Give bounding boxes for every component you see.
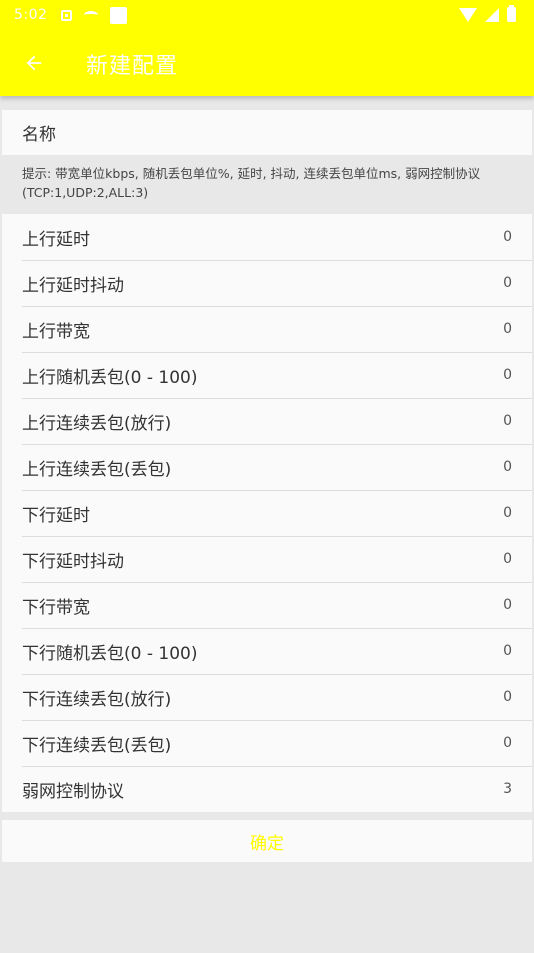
setting-label: 上行带宽: [22, 321, 90, 342]
setting-row[interactable]: 下行延时抖动 0: [2, 536, 532, 582]
setting-row[interactable]: 上行带宽 0: [2, 306, 532, 352]
back-button[interactable]: [14, 46, 54, 80]
setting-value: 0: [503, 275, 512, 291]
setting-label: 上行延时: [22, 229, 90, 250]
setting-row[interactable]: 下行延时 0: [2, 490, 532, 536]
setting-label: 下行随机丢包(0 - 100): [22, 643, 198, 664]
status-time: 5:02: [14, 7, 48, 23]
confirm-button[interactable]: 确定: [2, 820, 532, 862]
battery-icon: [507, 5, 516, 22]
setting-row[interactable]: 上行延时 0: [2, 214, 532, 260]
setting-row[interactable]: 下行连续丢包(丢包) 0: [2, 720, 532, 766]
setting-label: 下行延时: [22, 505, 90, 526]
setting-value: 0: [503, 505, 512, 521]
setting-value: 0: [503, 321, 512, 337]
setting-label: 下行带宽: [22, 597, 90, 618]
setting-value: 0: [503, 689, 512, 705]
hint-text: 提示: 带宽单位kbps, 随机丢包单位%, 延时, 抖动, 连续丢包单位ms,…: [2, 155, 532, 213]
sync-icon: [84, 11, 99, 19]
setting-row[interactable]: 弱网控制协议 3: [2, 766, 532, 812]
setting-value: 0: [503, 413, 512, 429]
setting-label: 上行连续丢包(放行): [22, 413, 172, 434]
arrow-back-icon: [26, 55, 42, 71]
notification-icon: [61, 9, 73, 21]
setting-row[interactable]: 上行延时抖动 0: [2, 260, 532, 306]
setting-label: 上行延时抖动: [22, 275, 124, 296]
cellular-signal-icon: [485, 7, 499, 22]
app-notification-icon: [110, 6, 128, 24]
screen: 5:02 新建配置 名称 提示: 带宽单位kbps, 随机丢包单位%, 延时, …: [0, 0, 534, 953]
settings-list: 上行延时 0 上行延时抖动 0 上行带宽 0 上行随机丢包(0 - 100) 0 上行连续丢包(…: [2, 214, 532, 812]
setting-label: 下行连续丢包(丢包): [22, 735, 172, 756]
setting-value: 3: [503, 781, 512, 797]
setting-row[interactable]: 上行连续丢包(丢包) 0: [2, 444, 532, 490]
setting-label: 下行延时抖动: [22, 551, 124, 572]
page-title: 新建配置: [86, 54, 179, 79]
setting-value: 0: [503, 459, 512, 475]
app-bar: 新建配置: [0, 30, 534, 96]
setting-row[interactable]: 上行随机丢包(0 - 100) 0: [2, 352, 532, 398]
setting-value: 0: [503, 551, 512, 567]
setting-label: 上行连续丢包(丢包): [22, 459, 172, 480]
setting-label: 下行连续丢包(放行): [22, 689, 172, 710]
setting-label: 上行随机丢包(0 - 100): [22, 367, 198, 388]
setting-value: 0: [503, 367, 512, 383]
setting-row[interactable]: 上行连续丢包(放行) 0: [2, 398, 532, 444]
name-field[interactable]: 名称: [2, 110, 532, 155]
name-field-label: 名称: [22, 125, 56, 145]
setting-row[interactable]: 下行随机丢包(0 - 100) 0: [2, 628, 532, 674]
setting-value: 0: [503, 597, 512, 613]
status-bar: 5:02: [0, 0, 534, 30]
setting-row[interactable]: 下行带宽 0: [2, 582, 532, 628]
setting-value: 0: [503, 735, 512, 751]
setting-value: 0: [503, 229, 512, 245]
setting-label: 弱网控制协议: [22, 781, 124, 802]
wifi-icon: [459, 7, 477, 22]
setting-row[interactable]: 下行连续丢包(放行) 0: [2, 674, 532, 720]
setting-value: 0: [503, 643, 512, 659]
